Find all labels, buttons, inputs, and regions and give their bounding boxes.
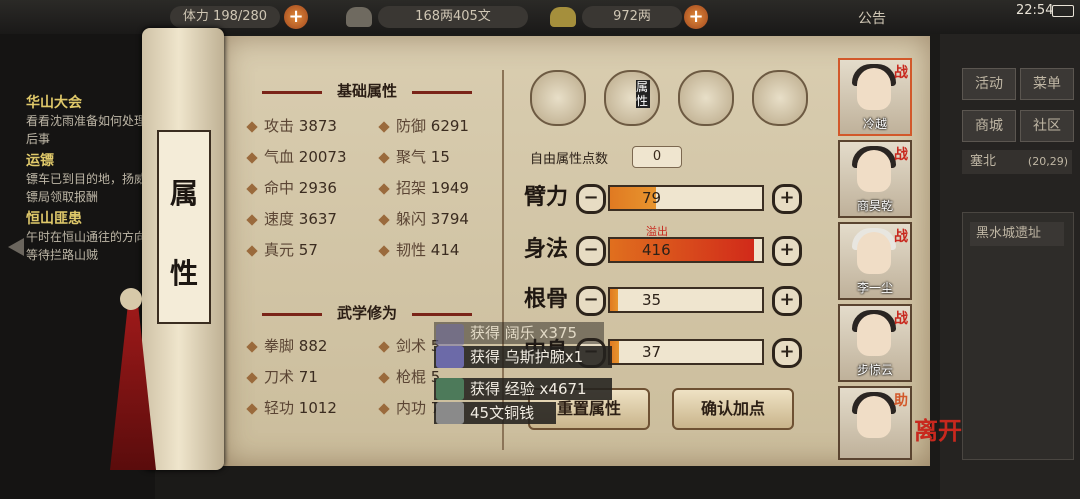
menu-button[interactable]: 菜单: [1020, 68, 1074, 100]
hero-card[interactable]: 战冷越: [838, 58, 912, 136]
experience-icon: [436, 378, 464, 400]
increase-button[interactable]: +: [772, 338, 802, 368]
attribute-value: 37: [642, 343, 662, 361]
copper-coin-icon: [436, 402, 464, 424]
section-line: [412, 313, 472, 316]
item-icon: [436, 346, 464, 368]
add-ingots-button[interactable]: +: [684, 5, 708, 29]
hero-card[interactable]: 战李一尘: [838, 222, 912, 300]
hero-card[interactable]: 战商昊乾: [838, 140, 912, 218]
attribute-value: 416: [642, 241, 671, 259]
activity-button[interactable]: 活动: [962, 68, 1016, 100]
attribute-bar: 416: [608, 237, 764, 263]
stat-inner: 内功 7: [378, 397, 440, 418]
coin-icon: [346, 7, 372, 27]
free-points-value: 0: [632, 146, 682, 168]
section-line: [262, 91, 322, 94]
clock: 22:54: [1016, 3, 1054, 18]
attribute-bar: 79: [608, 185, 764, 211]
hero-card[interactable]: 助: [838, 386, 912, 460]
hero-card[interactable]: 战步惊云: [838, 304, 912, 382]
scroll-title-label: 属 性: [157, 130, 211, 324]
add-stamina-button[interactable]: +: [284, 5, 308, 29]
ingot-icon: [550, 7, 576, 27]
quest-item[interactable]: 华山大会 看看沈雨准备如何处理后事: [26, 92, 151, 148]
quest-title: 运镖: [26, 153, 54, 169]
stat-hit: 命中 2936: [246, 177, 337, 198]
quest-text: 镖车已到目的地，扬威镖局领取报酬: [26, 172, 147, 204]
stat-attack: 攻击 3873: [246, 115, 337, 136]
stat-fist: 拳脚 882: [246, 335, 327, 356]
location-coords: (20,29): [1027, 155, 1068, 168]
bagua-icon[interactable]: [678, 70, 734, 126]
decrease-button[interactable]: −: [576, 236, 606, 266]
quest-item[interactable]: 恒山匪患 午时在恒山通往的方向等待拦路山贼: [26, 208, 151, 264]
stat-blade: 刀术 71: [246, 366, 318, 387]
increase-button[interactable]: +: [772, 184, 802, 214]
attribute-label: 臂力: [524, 184, 569, 210]
quest-title: 恒山匪患: [26, 211, 82, 227]
stat-sword: 剑术 5: [378, 335, 440, 356]
attribute-tab[interactable]: 属性: [604, 70, 660, 126]
place-entry[interactable]: 黑水城遗址: [970, 222, 1064, 246]
coins-display: 168两405文: [378, 6, 528, 28]
map-panel: [962, 212, 1074, 460]
stat-spear: 枪棍 5: [378, 366, 440, 387]
leave-button[interactable]: 离开: [914, 418, 962, 478]
location-bar: 塞北 (20,29): [962, 150, 1072, 174]
equipment-icon[interactable]: [530, 70, 586, 126]
battery-icon: [1052, 5, 1074, 17]
section-line: [262, 313, 322, 316]
ingots-display: 972两: [582, 6, 682, 28]
basic-attributes-heading: 基础属性: [336, 82, 397, 100]
decrease-button[interactable]: −: [576, 286, 606, 316]
increase-button[interactable]: +: [772, 236, 802, 266]
scroll-title-char: 属: [169, 177, 198, 210]
section-line: [412, 91, 472, 94]
location-name: 塞北: [970, 154, 997, 169]
community-button[interactable]: 社区: [1020, 110, 1074, 142]
free-points-label: 自由属性点数: [530, 152, 609, 167]
meridian-icon[interactable]: [752, 70, 808, 126]
attribute-value: 35: [642, 291, 662, 309]
quest-title: 华山大会: [26, 95, 82, 111]
notice-button[interactable]: 公告: [858, 8, 886, 28]
stamina-display: 体力 198/280: [170, 6, 280, 28]
stat-essence: 真元 57: [246, 239, 318, 260]
scroll-title-char: 性: [169, 257, 198, 290]
stat-tenacity: 韧性 414: [378, 239, 459, 260]
decrease-button[interactable]: −: [576, 184, 606, 214]
stat-defense: 防御 6291: [378, 115, 469, 136]
attribute-label: 身法: [524, 236, 569, 262]
attribute-bar: 35: [608, 287, 764, 313]
stat-speed: 速度 3637: [246, 208, 337, 229]
stat-gather: 聚气 15: [378, 146, 450, 167]
confirm-points-button[interactable]: 确认加点: [672, 388, 794, 430]
attribute-bar: 37: [608, 339, 764, 365]
increase-button[interactable]: +: [772, 286, 802, 316]
stat-parry: 招架 1949: [378, 177, 469, 198]
quest-text: 看看沈雨准备如何处理后事: [26, 114, 147, 146]
stat-hp: 气血 20073: [246, 146, 347, 167]
item-icon: [436, 324, 464, 346]
stat-dodge: 躲闪 3794: [378, 208, 469, 229]
overflow-label: 溢出: [646, 225, 668, 238]
attribute-value: 79: [642, 189, 662, 207]
shop-button[interactable]: 商城: [962, 110, 1016, 142]
martial-arts-heading: 武学修为: [336, 304, 397, 322]
attribute-tab-label: 属性: [636, 80, 650, 108]
stat-lightness: 轻功 1012: [246, 397, 337, 418]
quest-text: 午时在恒山通往的方向等待拦路山贼: [26, 230, 147, 262]
quest-item[interactable]: 运镖 镖车已到目的地，扬威镖局领取报酬: [26, 150, 151, 206]
attribute-label: 根骨: [524, 286, 569, 312]
tassel-knot: [120, 288, 142, 310]
